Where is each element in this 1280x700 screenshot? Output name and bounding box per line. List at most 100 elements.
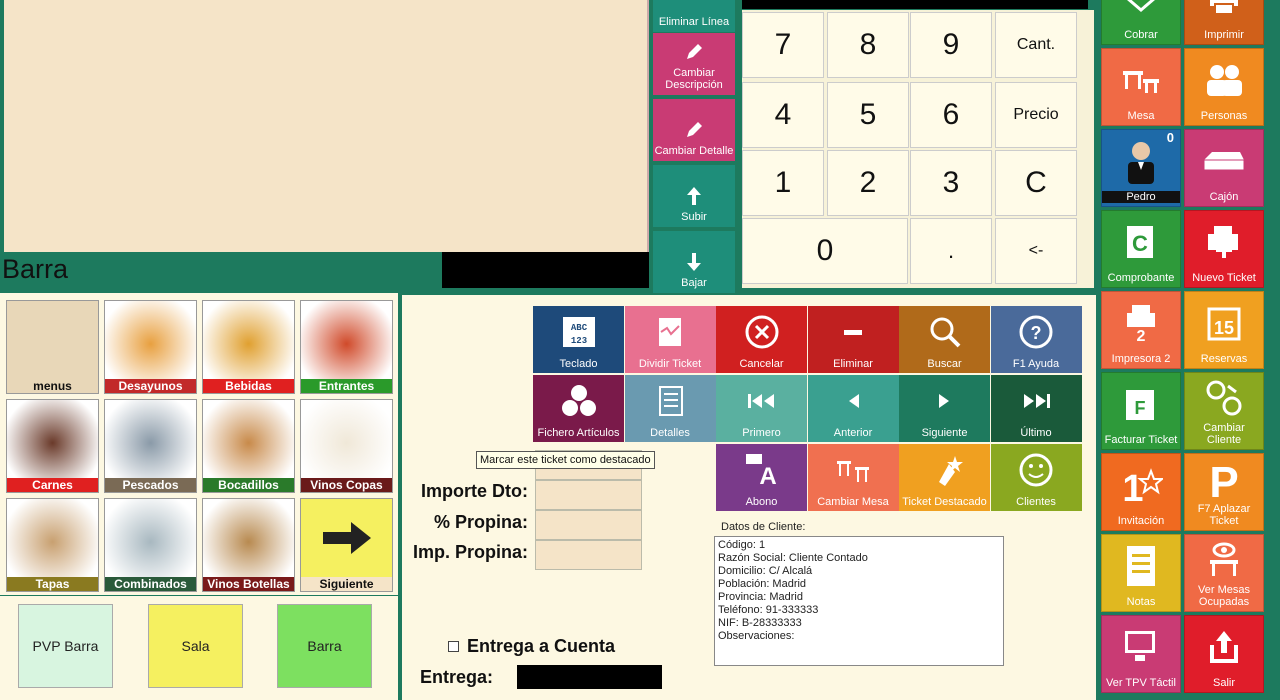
- key-14[interactable]: <-: [995, 218, 1077, 284]
- key-5[interactable]: 5: [827, 82, 909, 148]
- key-13[interactable]: .: [910, 218, 992, 284]
- side-button-6[interactable]: C Comprobante: [1101, 210, 1181, 288]
- action-tile-2[interactable]: Cancelar: [716, 306, 807, 373]
- edit-button-1[interactable]: Cambiar Descripción: [653, 33, 735, 95]
- key-11[interactable]: C: [995, 150, 1077, 216]
- key-12[interactable]: 0: [742, 218, 908, 284]
- action-tile-10[interactable]: Siguiente: [899, 375, 990, 442]
- change-table-icon: [833, 444, 873, 496]
- side-button-17[interactable]: Salir: [1184, 615, 1264, 693]
- key-0[interactable]: 7: [742, 12, 824, 78]
- action-tile-6[interactable]: Fichero Artículos: [533, 375, 624, 442]
- side-button-1[interactable]: Imprimir: [1184, 0, 1264, 45]
- category-label: menus: [7, 379, 98, 393]
- zone-button-2[interactable]: Barra: [277, 604, 372, 688]
- side-button-10[interactable]: F Facturar Ticket: [1101, 372, 1181, 450]
- side-button-8[interactable]: 2 Impresora 2: [1101, 291, 1181, 369]
- action-tile-15[interactable]: Clientes: [990, 444, 1082, 511]
- details-icon: [652, 375, 688, 427]
- key-4[interactable]: 4: [742, 82, 824, 148]
- side-button-13[interactable]: P F7 Aplazar Ticket: [1184, 453, 1264, 531]
- action-tile-3[interactable]: Eliminar: [807, 306, 899, 373]
- propina-pct-input[interactable]: [535, 510, 642, 540]
- side-button-11[interactable]: Cambiar Cliente: [1184, 372, 1264, 450]
- svg-text:2: 2: [1137, 328, 1146, 343]
- action-tile-0[interactable]: ABC 123 Teclado: [533, 306, 624, 373]
- category-4[interactable]: Carnes: [6, 399, 99, 493]
- key-8[interactable]: 1: [742, 150, 824, 216]
- smiley-icon: [1018, 444, 1054, 496]
- category-label: Entrantes: [301, 379, 392, 393]
- side-button-label: Notas: [1126, 596, 1156, 608]
- category-7[interactable]: Vinos Copas: [300, 399, 393, 493]
- category-0[interactable]: menus: [6, 300, 99, 394]
- action-tile-1[interactable]: Dividir Ticket: [624, 306, 716, 373]
- side-button-label: Cajón: [1209, 191, 1239, 203]
- category-6[interactable]: Bocadillos: [202, 399, 295, 493]
- action-tile-14[interactable]: Ticket Destacado: [899, 444, 990, 511]
- action-tile-4[interactable]: Buscar: [899, 306, 990, 373]
- category-10[interactable]: Vinos Botellas: [202, 498, 295, 592]
- edit-button-4[interactable]: Bajar: [653, 231, 735, 293]
- side-button-label: Nuevo Ticket: [1192, 272, 1256, 284]
- side-button-5[interactable]: Cajón: [1184, 129, 1264, 207]
- category-9[interactable]: Combinados: [104, 498, 197, 592]
- side-button-3[interactable]: Personas: [1184, 48, 1264, 126]
- category-2[interactable]: Bebidas: [202, 300, 295, 394]
- numeric-keypad: 7 8 9 Cant. 4 5 6 Precio 1 2 3 C 0. <-: [742, 10, 1094, 288]
- category-8[interactable]: Tapas: [6, 498, 99, 592]
- key-2[interactable]: 9: [910, 12, 992, 78]
- side-button-label: Invitación: [1117, 515, 1165, 527]
- entrega-input[interactable]: [517, 665, 662, 689]
- side-button-7[interactable]: Nuevo Ticket: [1184, 210, 1264, 288]
- refund-icon: A: [742, 444, 782, 496]
- key-10[interactable]: 3: [910, 150, 992, 216]
- side-button-0[interactable]: Cobrar: [1101, 0, 1181, 45]
- action-tile-7[interactable]: Detalles: [624, 375, 716, 442]
- entrega-cuenta-checkbox[interactable]: [448, 641, 459, 652]
- action-tile-8[interactable]: Primero: [716, 375, 807, 442]
- side-button-14[interactable]: Notas: [1101, 534, 1181, 612]
- side-button-label: Mesa: [1127, 110, 1155, 122]
- side-button-4[interactable]: 0 Pedro: [1101, 129, 1181, 207]
- category-5[interactable]: Pescados: [104, 399, 197, 493]
- drawer-icon: [1185, 130, 1263, 191]
- client-line: Teléfono: 91-333333: [718, 604, 819, 616]
- zone-button-1[interactable]: Sala: [148, 604, 243, 688]
- category-11[interactable]: Siguiente: [300, 498, 393, 592]
- action-tile-5[interactable]: ? F1 Ayuda: [990, 306, 1082, 373]
- side-button-2[interactable]: Mesa: [1101, 48, 1181, 126]
- side-button-12[interactable]: 1 Invitación: [1101, 453, 1181, 531]
- action-tile-11[interactable]: Último: [990, 375, 1082, 442]
- action-tile-9[interactable]: Anterior: [807, 375, 899, 442]
- action-tile-13[interactable]: Cambiar Mesa: [807, 444, 899, 511]
- key-7[interactable]: Precio: [995, 82, 1077, 148]
- imp-propina-label: Imp. Propina:: [412, 542, 528, 562]
- side-button-16[interactable]: Ver TPV Táctil: [1101, 615, 1181, 693]
- category-label: Vinos Copas: [301, 478, 392, 492]
- svg-text:123: 123: [570, 336, 586, 346]
- entrega-cuenta-checkbox-row[interactable]: Entrega a Cuenta: [448, 636, 615, 657]
- side-button-9[interactable]: 15 Reservas: [1184, 291, 1264, 369]
- edit-button-2[interactable]: Cambiar Detalle: [653, 99, 735, 161]
- key-3[interactable]: Cant.: [995, 12, 1077, 78]
- key-1[interactable]: 8: [827, 12, 909, 78]
- category-3[interactable]: Entrantes: [300, 300, 393, 394]
- category-1[interactable]: Desayunos: [104, 300, 197, 394]
- side-button-15[interactable]: Ver Mesas Ocupadas: [1184, 534, 1264, 612]
- action-tile-12[interactable]: A Abono: [716, 444, 807, 511]
- category-panel: menus Desayunos Bebidas Entrantes Carnes Pesc…: [0, 293, 398, 595]
- svg-text:F: F: [1135, 398, 1146, 418]
- client-data-box: Código: 1 Razón Social: Cliente Contado Do…: [714, 536, 1004, 666]
- key-6[interactable]: 6: [910, 82, 992, 148]
- importe-dto-input[interactable]: [535, 480, 642, 510]
- entrega-cuenta-label: Entrega a Cuenta: [467, 636, 616, 656]
- zone-button-0[interactable]: PVP Barra: [18, 604, 113, 688]
- key-9[interactable]: 2: [827, 150, 909, 216]
- edit-button-3[interactable]: Subir: [653, 165, 735, 227]
- ticket-lines-area[interactable]: [4, 0, 649, 252]
- imp-propina-input[interactable]: [535, 540, 642, 570]
- edit-button-0[interactable]: Eliminar Línea: [653, 0, 735, 32]
- action-tile-label: Buscar: [927, 358, 962, 370]
- action-tile-label: Cancelar: [739, 358, 784, 370]
